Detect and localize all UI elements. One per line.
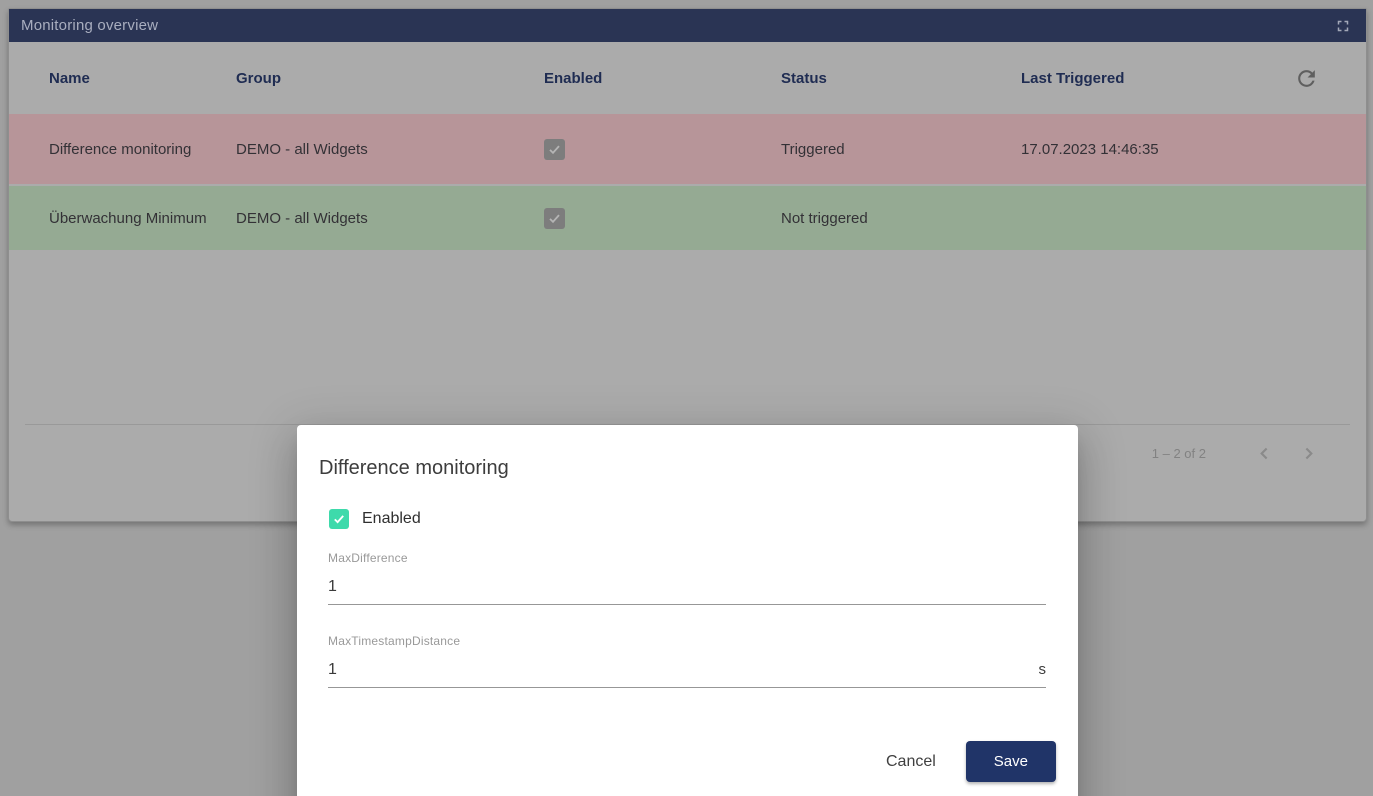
enabled-checkbox[interactable] [329,509,349,529]
cancel-button[interactable]: Cancel [872,743,950,781]
maxtimestampdistance-input[interactable] [328,660,1039,680]
header-cell-status: Status [781,70,1021,87]
paginator-range-label: 1 – 2 of 2 [1152,446,1206,461]
row-name: Difference monitoring [49,141,236,158]
chevron-right-icon [1300,445,1317,462]
row-enabled-checkbox [544,208,565,229]
field-label: MaxTimestampDistance [328,634,1046,648]
field-suffix-seconds: s [1039,661,1047,678]
paginator-prev-button[interactable] [1242,434,1286,474]
difference-monitoring-dialog: Difference monitoring Enabled MaxDiffere… [297,425,1078,796]
row-status: Triggered [781,141,1021,158]
header-cell-last-triggered: Last Triggered [1021,70,1286,87]
chevron-left-icon [1256,445,1273,462]
table-row-ueberwachung-minimum[interactable]: Überwachung Minimum DEMO - all Widgets N… [9,184,1366,250]
check-icon [547,211,562,226]
row-name: Überwachung Minimum [49,210,236,227]
row-last-triggered: 17.07.2023 14:46:35 [1021,141,1286,158]
row-enabled-checkbox [544,139,565,160]
header-cell-enabled: Enabled [544,70,781,87]
dialog-title: Difference monitoring [319,455,1056,481]
enabled-checkbox-label: Enabled [362,510,421,528]
fullscreen-button[interactable] [1332,15,1354,37]
row-group: DEMO - all Widgets [236,210,544,227]
table-row-difference-monitoring[interactable]: Difference monitoring DEMO - all Widgets… [9,114,1366,184]
fullscreen-icon [1334,17,1352,35]
check-icon [332,512,346,526]
header-cell-group: Group [236,70,544,87]
row-group: DEMO - all Widgets [236,141,544,158]
row-status: Not triggered [781,210,1021,227]
check-icon [547,142,562,157]
paginator-next-button[interactable] [1286,434,1330,474]
screen: Monitoring overview Name Group Enabled S… [0,0,1373,796]
save-button[interactable]: Save [966,741,1056,782]
field-maxtimestampdistance: MaxTimestampDistance s [328,634,1046,688]
panel-title: Monitoring overview [21,17,158,34]
maxdifference-input[interactable] [328,577,1046,597]
panel-titlebar: Monitoring overview [9,9,1366,42]
refresh-icon [1294,66,1319,91]
field-label: MaxDifference [328,551,1046,565]
header-cell-name: Name [49,70,236,87]
field-maxdifference: MaxDifference [328,551,1046,605]
refresh-button[interactable] [1292,64,1321,93]
table-header: Name Group Enabled Status Last Triggered [9,42,1366,114]
